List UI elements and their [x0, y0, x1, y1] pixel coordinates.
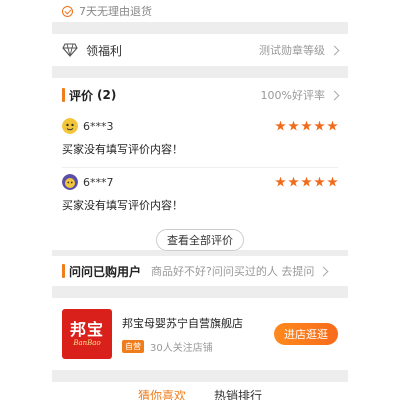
- benefit-label: 领福利: [86, 43, 123, 58]
- positive-rate: 100%好评率: [260, 89, 325, 102]
- chevron-right-icon: [318, 266, 329, 276]
- star-icon: [288, 120, 299, 131]
- reviews-section: 评价 (2) 100%好评率 6***3 买家没有填写评价内容！ 6***7 买…: [52, 78, 348, 251]
- review-text: 买家没有填写评价内容！: [62, 199, 183, 212]
- star-icon: [327, 176, 338, 187]
- shop-logo-subtext: BanBao: [73, 338, 101, 347]
- shop-logo-text: 邦宝: [69, 319, 104, 339]
- reviewer-name: 6***7: [83, 175, 114, 189]
- qa-hint: 商品好不好?问问买过的人 去提问: [151, 265, 315, 278]
- shop-followers: 30人关注店铺: [150, 342, 213, 354]
- diamond-icon: [62, 43, 78, 57]
- avatar: [62, 118, 78, 134]
- star-icon: [301, 176, 312, 187]
- guarantee-text: 7天无理由退货: [79, 5, 152, 18]
- rating-stars: [275, 120, 338, 132]
- view-all-reviews-button[interactable]: 查看全部评价: [156, 229, 244, 251]
- guarantee-row: 7天无理由退货: [52, 0, 348, 22]
- star-icon: [275, 120, 286, 131]
- star-icon: [314, 120, 325, 131]
- section-accent-bar: [62, 264, 65, 278]
- reviews-count: (2): [97, 88, 117, 102]
- tab-hot-ranking[interactable]: 热销排行: [214, 382, 262, 400]
- product-detail-page: 7天无理由退货 领福利 测试勋章等级 评价 (2) 100%好评率 6***3 …: [52, 0, 348, 400]
- qa-row[interactable]: 问问已购用户 商品好不好?问问买过的人 去提问: [52, 256, 348, 286]
- chevron-right-icon: [329, 45, 340, 55]
- shop-logo[interactable]: 邦宝 BanBao: [62, 309, 112, 359]
- review-text: 买家没有填写评价内容！: [62, 143, 183, 156]
- star-icon: [288, 176, 299, 187]
- rating-stars: [275, 176, 338, 188]
- review-item: 6***7 买家没有填写评价内容！: [52, 168, 348, 224]
- qa-title: 问问已购用户: [69, 264, 142, 279]
- benefit-level-text: 测试勋章等级: [259, 44, 325, 57]
- self-operated-badge: 自营: [122, 339, 144, 353]
- recommend-tabs: 猜你喜欢 热销排行: [52, 382, 348, 400]
- avatar: [62, 174, 78, 190]
- check-circle-icon: [62, 5, 73, 17]
- star-icon: [275, 176, 286, 187]
- review-item: 6***3 买家没有填写评价内容！: [52, 112, 348, 168]
- reviews-header[interactable]: 评价 (2) 100%好评率: [52, 78, 348, 112]
- shop-name[interactable]: 邦宝母婴苏宁自营旗舰店: [122, 315, 274, 331]
- shop-card: 邦宝 BanBao 邦宝母婴苏宁自营旗舰店 自营 30人关注店铺 进店逛逛: [52, 298, 348, 370]
- star-icon: [314, 176, 325, 187]
- enter-shop-button[interactable]: 进店逛逛: [274, 323, 338, 345]
- chevron-right-icon: [329, 90, 340, 100]
- star-icon: [301, 120, 312, 131]
- reviews-title: 评价: [69, 88, 94, 103]
- reviewer-name: 6***3: [83, 119, 114, 133]
- tab-guess-you-like[interactable]: 猜你喜欢: [138, 382, 186, 400]
- benefit-row[interactable]: 领福利 测试勋章等级: [52, 34, 348, 66]
- section-accent-bar: [62, 88, 65, 102]
- star-icon: [327, 120, 338, 131]
